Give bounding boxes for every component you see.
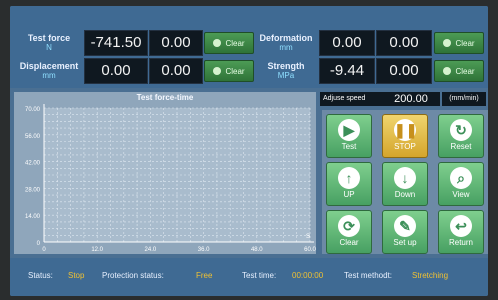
setup-button-label: Set up bbox=[393, 238, 417, 247]
displacement-peak: 0.00 bbox=[149, 58, 203, 84]
deformation-unit: mm bbox=[279, 43, 293, 52]
protection-value: Free bbox=[196, 271, 213, 280]
protection-label: Protection status: bbox=[102, 271, 164, 280]
return-button[interactable]: ↩ Return bbox=[438, 210, 484, 254]
strength-value: -9.44 bbox=[319, 58, 375, 84]
stop-button[interactable]: ❚❚ STOP bbox=[382, 114, 428, 158]
displacement-unit: mm bbox=[42, 71, 56, 80]
clear-icon bbox=[443, 39, 452, 47]
clear-label: Clear bbox=[225, 38, 245, 48]
deformation-value: 0.00 bbox=[319, 30, 375, 56]
view-button-label: View bbox=[452, 190, 470, 199]
y-tick-label: 28.00 bbox=[25, 187, 41, 193]
method-value: Stretching bbox=[412, 271, 449, 280]
y-tick-label: 14.00 bbox=[25, 214, 41, 220]
clear-icon bbox=[443, 67, 452, 75]
readout-row-1: Test force N -741.50 0.00 Clear Deformat… bbox=[16, 30, 486, 56]
view-button[interactable]: ⌕ View bbox=[438, 162, 484, 206]
deformation-label-text: Deformation bbox=[259, 33, 313, 43]
status-value: Stop bbox=[68, 271, 85, 280]
clear-icon bbox=[213, 39, 222, 47]
strength-label-text: Strength bbox=[267, 61, 305, 71]
wrench-icon: ✎ bbox=[394, 215, 416, 237]
arrow-up-icon: ↑ bbox=[338, 167, 360, 189]
status-label: Status: bbox=[28, 271, 53, 280]
clear-label: Clear bbox=[455, 38, 475, 48]
speed-label: Adjuse speed bbox=[320, 92, 383, 106]
setup-button[interactable]: ✎ Set up bbox=[382, 210, 428, 254]
y-tick-label: 70.00 bbox=[25, 107, 41, 113]
strength-label: Strength MPa bbox=[254, 58, 318, 84]
clear-icon bbox=[213, 67, 222, 75]
clear-label: Clear bbox=[455, 66, 475, 76]
x-tick-label: 0 bbox=[42, 247, 46, 253]
clear-cycle-icon: ⟳ bbox=[338, 215, 360, 237]
strength-peak: 0.00 bbox=[376, 58, 432, 84]
method-label: Test methodt: bbox=[344, 271, 393, 280]
y-tick-label: 0 bbox=[37, 241, 41, 247]
displacement-clear-button[interactable]: Clear bbox=[204, 60, 254, 82]
reset-button-label: Reset bbox=[450, 142, 472, 151]
strength-clear-button[interactable]: Clear bbox=[434, 60, 484, 82]
speed-value[interactable]: 200.00 bbox=[382, 92, 440, 106]
control-keypad: ▶ Test ❚❚ STOP ↻ Reset ↑ UP ↓ Down ⌕ Vie… bbox=[322, 110, 488, 254]
strength-unit: MPa bbox=[277, 71, 295, 80]
play-icon: ▶ bbox=[338, 119, 360, 141]
readout-panel: Test force N -741.50 0.00 Clear Deformat… bbox=[10, 6, 488, 88]
return-arrow-icon: ↩ bbox=[450, 215, 472, 237]
reset-button[interactable]: ↻ Reset bbox=[438, 114, 484, 158]
arrow-down-icon: ↓ bbox=[394, 167, 416, 189]
displacement-label: Displacement mm bbox=[16, 58, 82, 84]
return-button-label: Return bbox=[448, 238, 473, 247]
y-tick-label: 42.00 bbox=[25, 161, 41, 167]
deformation-label: Deformation mm bbox=[254, 30, 318, 56]
test-force-unit: N bbox=[46, 43, 52, 52]
clear-label: Clear bbox=[225, 66, 245, 76]
test-force-value: -741.50 bbox=[84, 30, 148, 56]
time-value: 00:00:00 bbox=[292, 271, 324, 280]
x-tick-label: 36.0 bbox=[198, 247, 210, 253]
chart-plot: 70.00 56.00 42.00 28.00 14.00 00 12.0 24.0 36.0 4… bbox=[25, 104, 316, 253]
up-button-label: UP bbox=[343, 190, 355, 199]
refresh-icon: ↻ bbox=[450, 119, 472, 141]
clear-button[interactable]: ⟳ Clear bbox=[326, 210, 372, 254]
x-tick-label: 24.0 bbox=[145, 247, 157, 253]
force-time-chart: Test force-time 70.00 56.00 42.00 28.00 14.0… bbox=[14, 92, 316, 254]
x-tick-label: 60.0 bbox=[304, 247, 316, 253]
clear-button-label: Clear bbox=[339, 238, 359, 247]
deformation-peak: 0.00 bbox=[376, 30, 432, 56]
y-tick-label: 56.00 bbox=[25, 134, 41, 140]
screen: Test force N -741.50 0.00 Clear Deformat… bbox=[10, 6, 488, 296]
test-force-clear-button[interactable]: Clear bbox=[204, 32, 254, 54]
test-button-label: Test bbox=[341, 142, 357, 151]
test-button[interactable]: ▶ Test bbox=[326, 114, 372, 158]
stop-button-label: STOP bbox=[394, 142, 416, 151]
up-button[interactable]: ↑ UP bbox=[326, 162, 372, 206]
displacement-label-text: Displacement bbox=[19, 61, 79, 71]
deformation-clear-button[interactable]: Clear bbox=[434, 32, 484, 54]
x-tick-label: 12.0 bbox=[91, 247, 103, 253]
x-tick-label: 48.0 bbox=[251, 247, 263, 253]
down-button-label: Down bbox=[394, 190, 416, 199]
test-force-label-text: Test force bbox=[27, 33, 71, 43]
down-button[interactable]: ↓ Down bbox=[382, 162, 428, 206]
displacement-value: 0.00 bbox=[84, 58, 148, 84]
speed-unit: (mm/min) bbox=[442, 92, 486, 106]
status-bar: Status: Stop Protection status: Free Tes… bbox=[10, 258, 488, 296]
x-axis-unit-label: S bbox=[306, 234, 310, 240]
magnifier-icon: ⌕ bbox=[450, 167, 472, 189]
test-force-peak: 0.00 bbox=[149, 30, 203, 56]
test-force-label: Test force N bbox=[16, 30, 82, 56]
pause-icon: ❚❚ bbox=[394, 119, 417, 141]
readout-row-2: Displacement mm 0.00 0.00 Clear Strength… bbox=[16, 58, 486, 84]
time-label: Test time: bbox=[242, 271, 277, 280]
